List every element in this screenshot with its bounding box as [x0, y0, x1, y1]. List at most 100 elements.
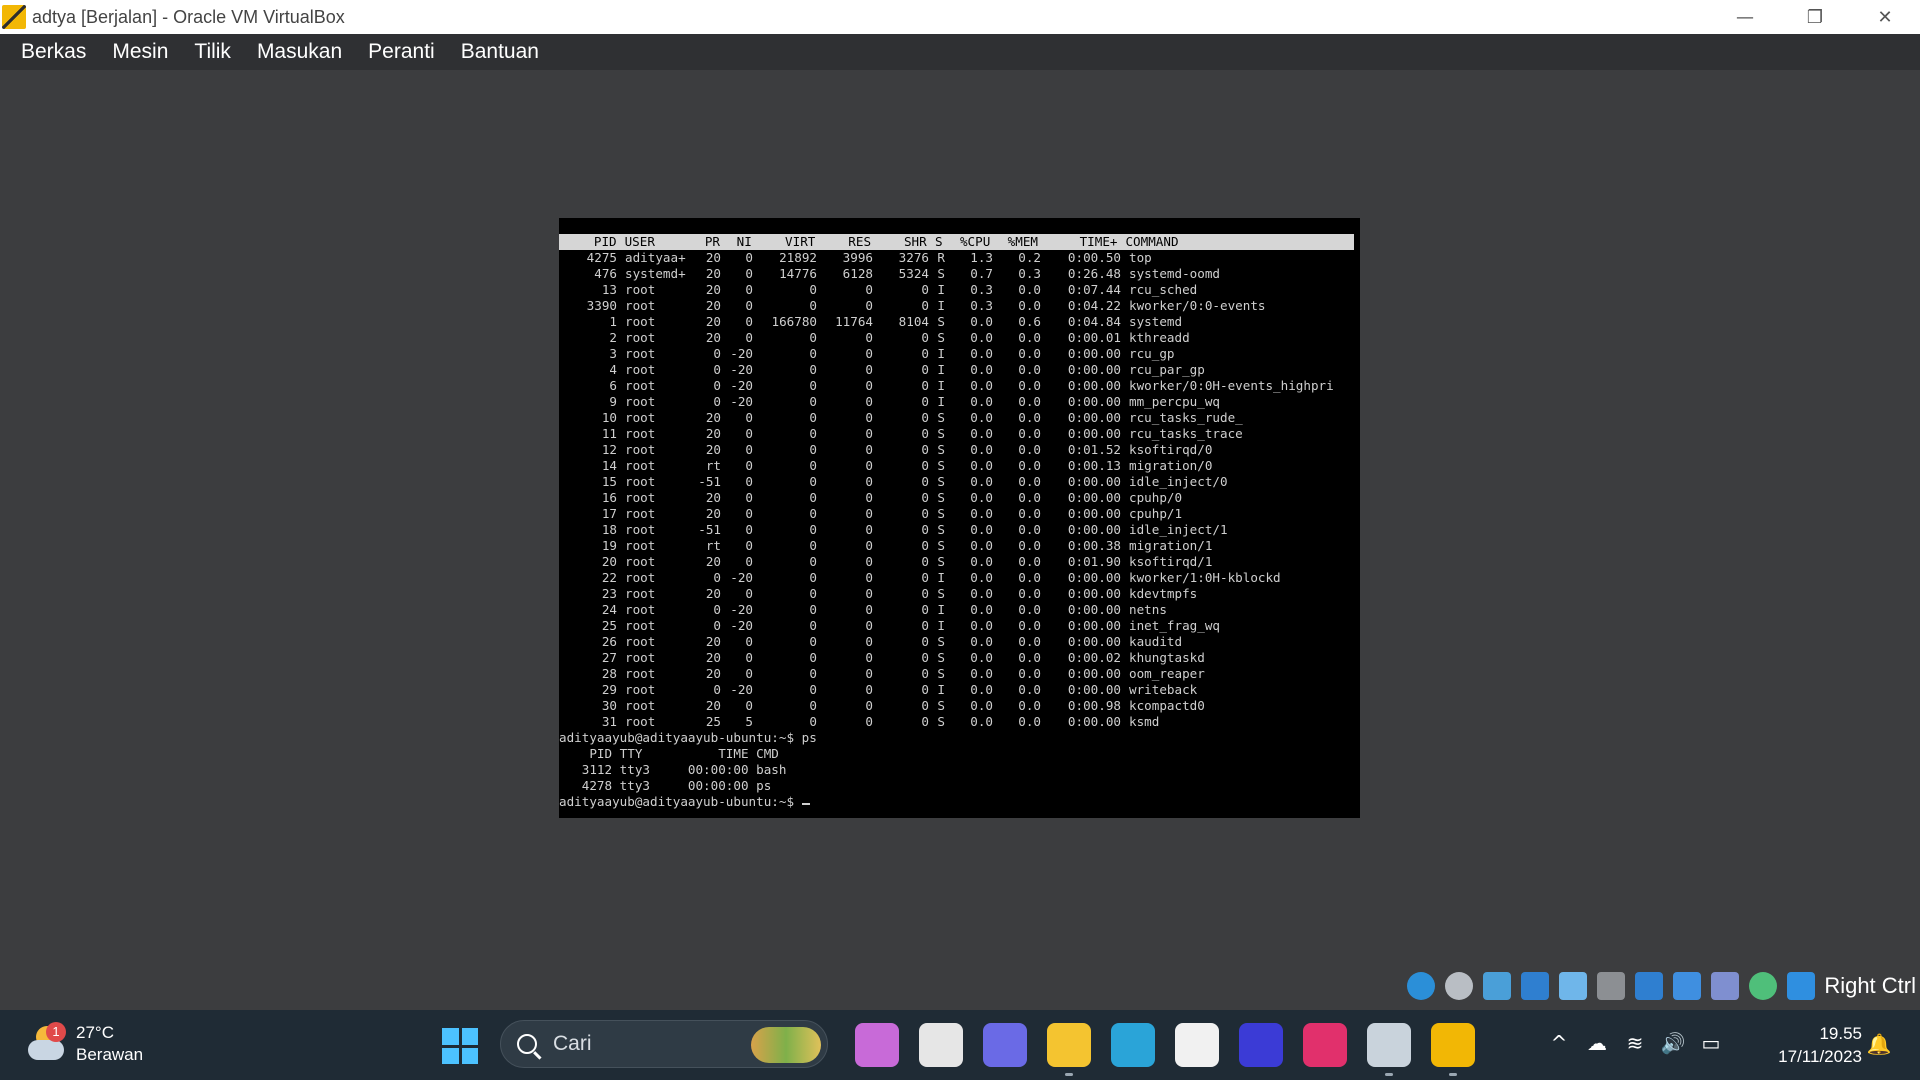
header-pr: PR — [704, 234, 720, 249]
process-res: 0 — [865, 442, 873, 457]
clock-date: 17/11/2023 — [1778, 1047, 1862, 1066]
process-command: rcu_gp — [1129, 346, 1175, 361]
header-user: USER — [624, 234, 655, 249]
process-s: I — [937, 602, 945, 617]
usb-icon[interactable] — [1559, 972, 1588, 1000]
weather-widget[interactable]: 1 27°C Berawan — [26, 1022, 143, 1066]
process-ni: -20 — [730, 570, 753, 585]
volume-icon[interactable]: 🔊 — [1660, 1030, 1686, 1056]
process-row: 13 root 20 0 0 0 0 I 0.3 0.0 0:07.44 rcu_sched — [559, 282, 1360, 298]
weather-icon: 1 — [26, 1022, 66, 1062]
process-res: 0 — [865, 666, 873, 681]
process-shr: 3276 — [898, 250, 929, 265]
prompt-line-current[interactable]: adityaayub@adityaayub-ubuntu:~$ — [559, 794, 1360, 810]
onedrive-icon[interactable]: ☁ — [1584, 1030, 1610, 1056]
shared-folders-icon[interactable] — [1597, 972, 1626, 1000]
process-virt: 0 — [809, 666, 817, 681]
menu-berkas[interactable]: Berkas — [8, 40, 99, 64]
mouse-integration-icon[interactable] — [1749, 972, 1778, 1000]
terminal[interactable]: PID USER PR NI VIRT RES SHR S %CPU %MEM … — [559, 234, 1360, 810]
copilot-app-icon[interactable] — [855, 1023, 899, 1067]
process-s: S — [937, 714, 945, 729]
chevron-up-icon[interactable]: ^ — [1546, 1030, 1572, 1056]
virtualbox-vm-icon[interactable] — [1431, 1023, 1475, 1076]
process-s: I — [937, 618, 945, 633]
process-row: 29 root 0 -20 0 0 0 I 0.0 0.0 0:00.00 writeback — [559, 682, 1360, 698]
process-res: 0 — [865, 586, 873, 601]
weather-condition: Berawan — [76, 1045, 144, 1064]
search-box[interactable]: Cari — [500, 1020, 828, 1068]
minimize-button[interactable]: — — [1710, 0, 1780, 34]
menu-peranti[interactable]: Peranti — [355, 40, 448, 64]
display-icon[interactable] — [1635, 972, 1664, 1000]
process-res: 0 — [865, 410, 873, 425]
process-command: kworker/0:0H-events_highpri — [1129, 378, 1334, 393]
vt-x-icon[interactable] — [1711, 972, 1740, 1000]
audio-icon[interactable] — [1483, 972, 1512, 1000]
process-cpu: 0.0 — [970, 394, 993, 409]
process-mem: 0.0 — [1018, 602, 1041, 617]
menu-mesin[interactable]: Mesin — [99, 40, 181, 64]
restore-button[interactable]: ❐ — [1780, 0, 1850, 34]
process-res: 0 — [865, 538, 873, 553]
process-cpu: 0.0 — [970, 714, 993, 729]
host-key-label: Right Ctrl — [1824, 973, 1916, 998]
process-row: 1 root 20 0 166780 11764 8104 S 0.0 0.6 0:04.84 s… — [559, 314, 1360, 330]
process-ni: 0 — [745, 490, 753, 505]
vm-display[interactable]: PID USER PR NI VIRT RES SHR S %CPU %MEM … — [559, 218, 1360, 818]
process-pid: 3 — [609, 346, 617, 361]
file-explorer-icon[interactable] — [1047, 1023, 1091, 1076]
process-pr: 20 — [705, 490, 721, 505]
network-icon[interactable] — [1521, 972, 1550, 1000]
header-time: TIME+ — [1079, 234, 1118, 249]
keyboard-capture-icon[interactable] — [1787, 972, 1816, 1000]
process-res: 0 — [865, 698, 873, 713]
microsoft-store-icon[interactable] — [1175, 1023, 1219, 1067]
instagram-icon[interactable] — [1303, 1023, 1347, 1067]
teams-meet-icon[interactable] — [983, 1023, 1027, 1067]
ps-header: PID TTY TIME CMD — [559, 746, 779, 761]
process-time: 0:00.00 — [1067, 602, 1121, 617]
menu-masukan[interactable]: Masukan — [244, 40, 355, 64]
process-mem: 0.0 — [1018, 682, 1041, 697]
virtualbox-manager-icon[interactable] — [1367, 1023, 1411, 1076]
process-cpu: 0.0 — [970, 554, 993, 569]
process-mem: 0.0 — [1018, 490, 1041, 505]
process-s: I — [937, 682, 945, 697]
recording-icon[interactable] — [1673, 972, 1702, 1000]
ai-app-icon[interactable] — [1239, 1023, 1283, 1067]
battery-icon[interactable]: ▭ — [1698, 1030, 1724, 1056]
menu-bantuan[interactable]: Bantuan — [448, 40, 552, 64]
close-button[interactable]: ✕ — [1850, 0, 1920, 34]
process-command: idle_inject/1 — [1129, 522, 1228, 537]
process-s: I — [937, 570, 945, 585]
process-cpu: 0.0 — [970, 586, 993, 601]
clock[interactable]: 19.55 17/11/2023 — [1752, 1022, 1862, 1068]
process-mem: 0.0 — [1018, 554, 1041, 569]
process-row: 26 root 20 0 0 0 0 S 0.0 0.0 0:00.00 kauditd — [559, 634, 1360, 650]
process-pr: 0 — [713, 618, 721, 633]
start-button[interactable] — [442, 1028, 478, 1064]
process-command: netns — [1129, 602, 1167, 617]
process-shr: 0 — [921, 618, 929, 633]
wifi-icon[interactable]: ≋ — [1622, 1030, 1648, 1056]
process-pr: 20 — [705, 250, 721, 265]
edge-browser-icon[interactable] — [1111, 1023, 1155, 1067]
process-user: root — [625, 602, 656, 617]
process-virt: 0 — [809, 346, 817, 361]
process-pid: 28 — [601, 666, 617, 681]
process-pid: 18 — [601, 522, 617, 537]
process-res: 0 — [865, 602, 873, 617]
notification-bell-icon[interactable]: 🔔 — [1866, 1032, 1892, 1058]
task-view-icon[interactable] — [919, 1023, 963, 1067]
process-time: 0:00.13 — [1067, 458, 1121, 473]
process-shr: 0 — [921, 474, 929, 489]
optical-drive-icon[interactable] — [1445, 972, 1474, 1000]
menu-tilik[interactable]: Tilik — [181, 40, 244, 64]
process-ni: 0 — [745, 266, 753, 281]
process-mem: 0.0 — [1018, 394, 1041, 409]
hard-disk-icon[interactable] — [1407, 972, 1436, 1000]
taskbar-apps — [845, 1023, 1485, 1076]
process-row: 3390 root 20 0 0 0 0 I 0.3 0.0 0:04.22 kworker/0:… — [559, 298, 1360, 314]
process-s: S — [937, 474, 945, 489]
